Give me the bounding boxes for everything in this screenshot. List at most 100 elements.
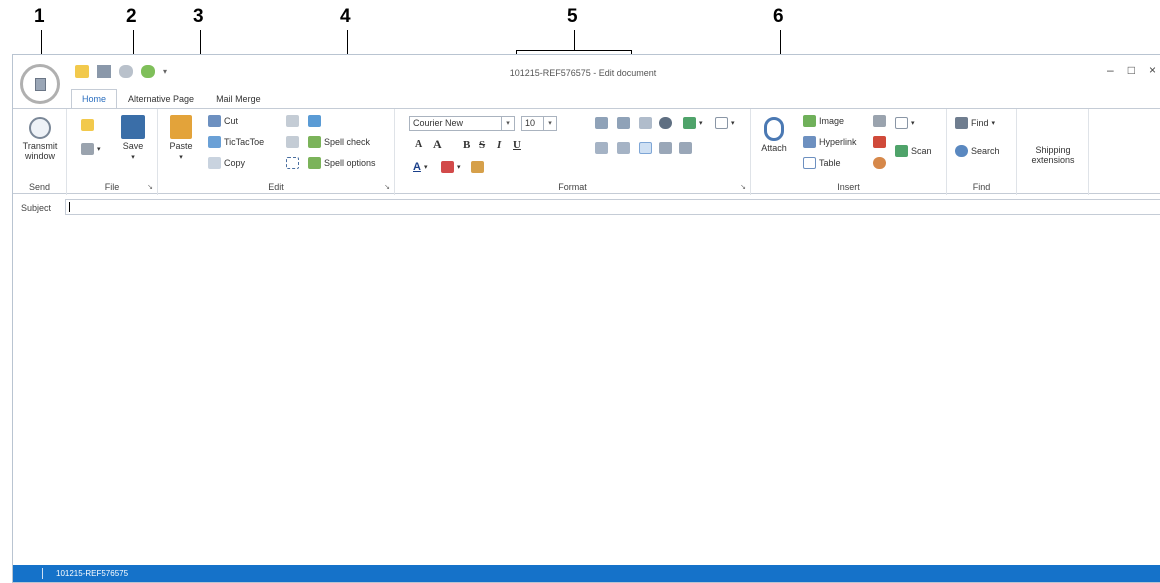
spell-options-button[interactable]: Spell options [308, 157, 376, 169]
subject-label: Subject [21, 203, 52, 213]
link-icon [803, 136, 816, 148]
dialog-launcher-icon[interactable]: ↘ [384, 183, 390, 191]
font-color-icon: A [413, 161, 421, 173]
cut-button[interactable]: Cut [208, 115, 238, 127]
text-style-button[interactable]: ▾ [683, 117, 703, 129]
redo-button[interactable] [286, 136, 299, 148]
tab-home[interactable]: Home [71, 89, 118, 109]
callout-4: 4 [340, 6, 351, 27]
customize-dropdown-icon[interactable]: ▾ [163, 67, 167, 76]
shrink-font-button[interactable]: A [415, 139, 422, 150]
callout-5: 5 [567, 6, 578, 27]
indent-button[interactable] [595, 117, 608, 129]
outdent-button[interactable] [617, 117, 630, 129]
align-center-button[interactable] [659, 142, 672, 154]
paste-button[interactable]: Paste ▾ [164, 115, 198, 161]
maximize-button[interactable]: □ [1128, 63, 1135, 77]
save-icon[interactable] [97, 65, 111, 78]
refresh-icon[interactable] [141, 65, 155, 78]
paragraph-icon [639, 117, 652, 129]
transmit-window-button[interactable]: Transmit window [19, 117, 61, 161]
highlighter-icon [441, 161, 454, 173]
dialog-launcher-icon[interactable]: ↘ [147, 183, 153, 191]
subject-input[interactable] [65, 199, 1160, 215]
scan-button[interactable]: Scan [895, 145, 932, 157]
undo-icon [286, 115, 299, 127]
outdent-icon [617, 117, 630, 129]
search-button[interactable]: Search [955, 145, 1000, 157]
undo-icon[interactable] [119, 65, 133, 78]
callout-3: 3 [193, 6, 204, 27]
image-icon [803, 115, 816, 127]
grow-font-button[interactable]: A [433, 137, 442, 152]
search-icon [955, 145, 968, 157]
align-center-icon [659, 142, 672, 154]
paperclip-icon [764, 117, 784, 141]
highlight-button[interactable]: ▾ [441, 161, 461, 173]
clear-format-button[interactable] [471, 161, 484, 173]
italic-button[interactable]: I [497, 139, 501, 151]
group-label-find: Find [972, 182, 991, 192]
save-button[interactable]: Save ▾ [117, 115, 149, 161]
spell-options-icon [308, 157, 321, 169]
group-insert: Attach Image Hyperlink Table ▾ Scan Inse… [751, 109, 947, 195]
table-button[interactable]: Table [803, 157, 841, 169]
pdf-button[interactable] [873, 136, 886, 148]
picture-button[interactable] [308, 115, 321, 127]
font-color-button[interactable]: A ▾ [413, 161, 427, 173]
undo-button[interactable] [286, 115, 299, 127]
font-name-select[interactable]: Courier New ▾ [409, 116, 515, 131]
numbered-list-button[interactable] [617, 142, 630, 154]
group-label-send: Send [28, 182, 51, 192]
binoculars-icon [955, 117, 968, 129]
hyperlink-button[interactable]: Hyperlink [803, 136, 857, 148]
print-button[interactable]: ▾ [81, 143, 101, 155]
tab-mail-merge[interactable]: Mail Merge [205, 89, 272, 109]
window-title: 101215-REF576575 - Edit document [509, 68, 657, 78]
find-button[interactable]: Find ▾ [955, 117, 995, 129]
select-all-button[interactable] [286, 157, 299, 169]
signature-button[interactable] [873, 115, 886, 127]
align-right-button[interactable] [679, 142, 692, 154]
group-send: Transmit window Send [13, 109, 67, 195]
list-style-icon [715, 117, 728, 129]
group-label-format: Format [558, 182, 587, 192]
document-button[interactable]: ▾ [895, 117, 915, 129]
copy-button[interactable]: Copy [208, 157, 245, 169]
list-style-button[interactable]: ▾ [715, 117, 735, 129]
minimize-button[interactable]: – [1107, 63, 1114, 77]
chevron-down-icon[interactable]: ▾ [501, 117, 514, 130]
tab-alternative-page[interactable]: Alternative Page [117, 89, 205, 109]
bold-button[interactable]: B [463, 139, 470, 151]
indent-icon [595, 117, 608, 129]
dialog-launcher-icon[interactable]: ↘ [740, 183, 746, 191]
open-folder-button[interactable] [81, 119, 94, 131]
redo-icon [286, 136, 299, 148]
application-menu-button[interactable] [20, 64, 60, 104]
object-button[interactable] [873, 157, 886, 169]
close-button[interactable]: × [1149, 63, 1156, 77]
document-icon [895, 117, 908, 129]
font-size-select[interactable]: 10 ▾ [521, 116, 557, 131]
tictactoe-button[interactable]: TicTacToe [208, 136, 264, 148]
strikethrough-button[interactable]: S [479, 139, 485, 151]
image-button[interactable]: Image [803, 115, 844, 127]
style-button[interactable] [659, 117, 672, 129]
underline-button[interactable]: U [513, 139, 521, 151]
paragraph-button[interactable] [639, 117, 652, 129]
align-left-button[interactable] [639, 142, 652, 154]
spell-check-button[interactable]: Spell check [308, 136, 370, 148]
picture-icon [308, 115, 321, 127]
folder-icon[interactable] [75, 65, 89, 78]
clock-icon [29, 117, 51, 139]
align-left-icon [639, 142, 652, 154]
attach-button[interactable]: Attach [757, 117, 791, 153]
group-label-insert: Insert [837, 182, 860, 192]
group-edit: Paste ▾ Cut TicTacToe Copy Spell check S… [158, 109, 395, 195]
group-label-edit: Edit [268, 182, 284, 192]
status-bar: 101215-REF576575 [13, 565, 1160, 582]
chevron-down-icon[interactable]: ▾ [543, 117, 556, 130]
shipping-extensions-button[interactable]: Shipping extensions [1021, 145, 1085, 165]
group-label-file: File [104, 182, 120, 192]
bullet-list-button[interactable] [595, 142, 608, 154]
